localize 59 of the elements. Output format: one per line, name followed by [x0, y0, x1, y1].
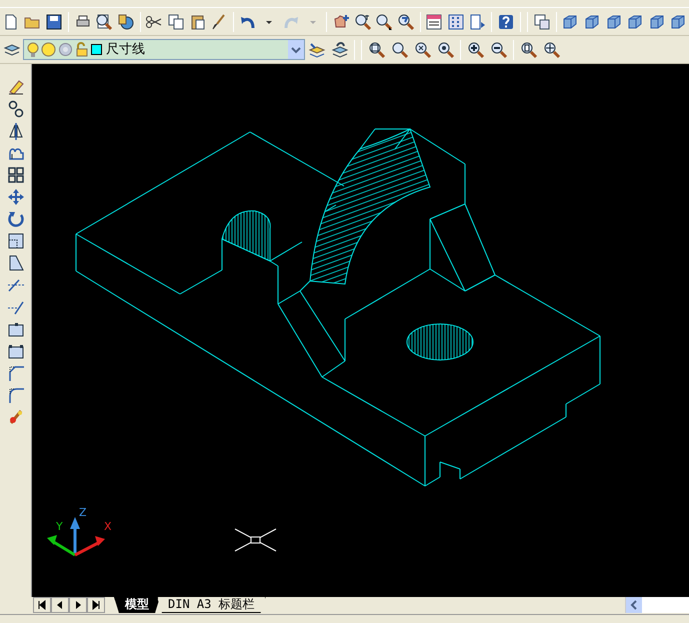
zoom-plus-minus-icon[interactable]: [354, 12, 372, 30]
zoom-previous-icon[interactable]: [396, 12, 415, 30]
mirror-icon[interactable]: [6, 122, 24, 140]
padlock-icon[interactable]: [75, 42, 89, 57]
scale-icon[interactable]: [6, 232, 24, 250]
layout-tab[interactable]: 模型: [114, 597, 160, 613]
design-center-icon[interactable]: [447, 12, 466, 30]
help-icon[interactable]: [497, 12, 516, 30]
layout-tab[interactable]: DIN A3 标题栏: [157, 597, 266, 613]
zoom-extents-icon[interactable]: [542, 40, 560, 58]
rotate-icon[interactable]: [6, 210, 24, 228]
properties-icon[interactable]: [425, 12, 444, 30]
zoom-scale-icon[interactable]: [414, 40, 432, 58]
zoom-window-icon[interactable]: [368, 40, 386, 58]
scroll-left-button[interactable]: [626, 597, 642, 613]
zoom-center-icon[interactable]: [436, 40, 454, 58]
caret-icon: [291, 46, 301, 54]
first-page-icon[interactable]: [36, 599, 48, 611]
ucs-axis-label: Z: [79, 506, 87, 519]
cube-icon[interactable]: [669, 12, 688, 30]
cube-icon[interactable]: [626, 12, 644, 30]
paste-icon[interactable]: [188, 12, 207, 30]
crosshair-cursor-icon: [234, 528, 276, 552]
last-page-icon[interactable]: [90, 599, 102, 611]
layer-dropdown[interactable]: 尺寸线: [23, 39, 305, 60]
array-icon[interactable]: [6, 166, 24, 184]
break-icon[interactable]: [6, 320, 24, 338]
layer-previous-icon[interactable]: [330, 40, 348, 58]
zoom-window-icon[interactable]: [375, 12, 394, 30]
ucs-axis-icon: [47, 517, 105, 556]
dropdown-arrow-button[interactable]: [288, 40, 304, 59]
zoom-dynamic-icon[interactable]: [390, 40, 408, 58]
cube-icon[interactable]: [561, 12, 580, 30]
save-icon[interactable]: [44, 12, 63, 30]
named-views-icon[interactable]: [532, 12, 551, 30]
print-preview-icon[interactable]: [95, 12, 114, 30]
zoom-out-icon[interactable]: [490, 40, 508, 58]
stretch-icon[interactable]: [6, 254, 24, 272]
cube-icon[interactable]: [604, 12, 623, 30]
make-layer-current-icon[interactable]: [308, 40, 326, 58]
zoom-in-icon[interactable]: [466, 40, 484, 58]
chevron-left-icon: [630, 600, 638, 610]
globe-icon[interactable]: [116, 12, 135, 30]
ucs-axis-label: X: [104, 520, 112, 533]
lightbulb-icon[interactable]: [27, 42, 39, 58]
fillet-icon[interactable]: [6, 386, 24, 404]
zoom-all-icon[interactable]: [520, 40, 538, 58]
join-icon[interactable]: [6, 342, 24, 360]
horizontal-scrollbar[interactable]: [625, 597, 689, 613]
layer-name: 尺寸线: [106, 40, 145, 59]
copy-icon[interactable]: [166, 12, 185, 30]
ucs-axis-label: Y: [56, 520, 63, 533]
tool-palettes-icon[interactable]: [468, 12, 487, 30]
cube-icon[interactable]: [648, 12, 666, 30]
copy-object-icon[interactable]: [6, 100, 24, 118]
move-icon[interactable]: [6, 188, 24, 206]
cube-icon[interactable]: [583, 12, 602, 30]
eraser-icon[interactable]: [6, 78, 24, 96]
chamfer-icon[interactable]: [6, 364, 24, 382]
